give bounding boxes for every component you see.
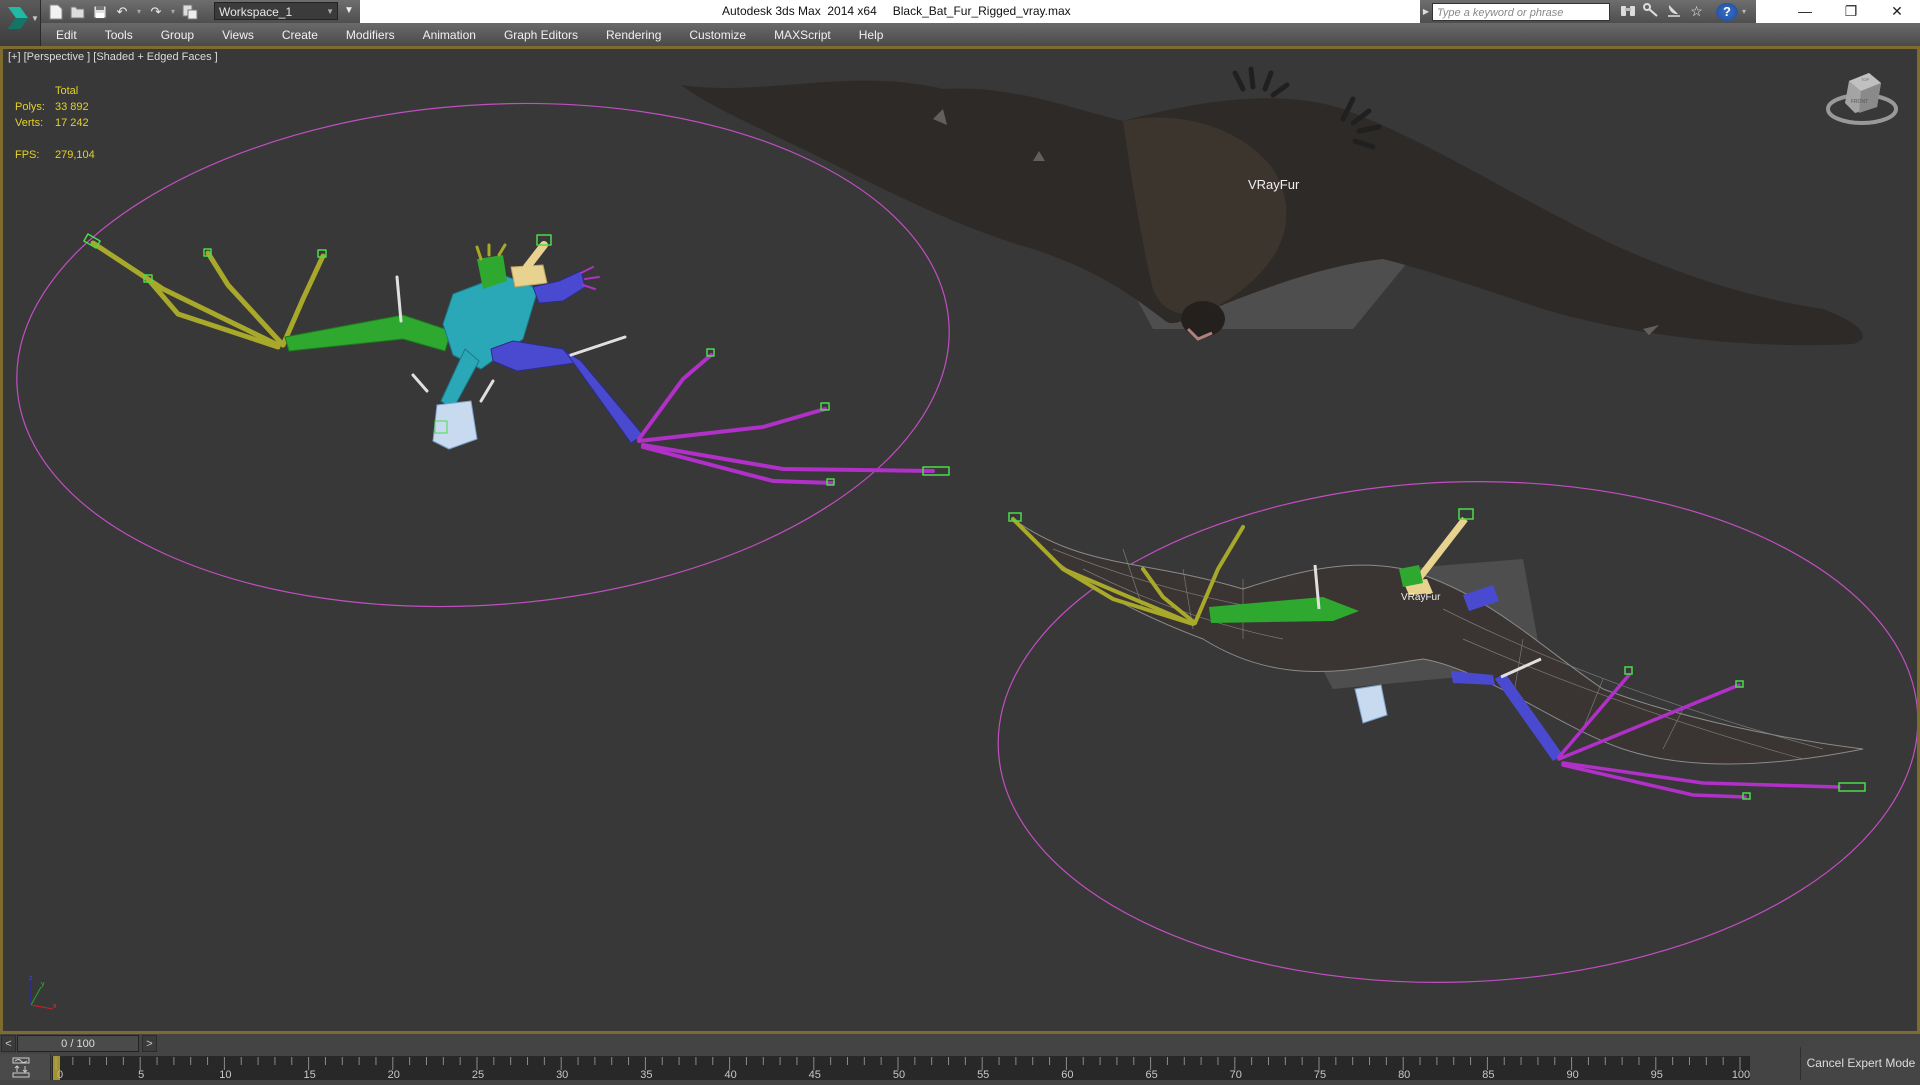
menu-animation[interactable]: Animation	[408, 28, 489, 42]
satellite-icon[interactable]	[1662, 3, 1685, 20]
menu-group[interactable]: Group	[146, 28, 207, 42]
workspace-dropdown[interactable]: Workspace_1 ▼	[214, 2, 338, 20]
ruler-tick-label: 80	[1398, 1069, 1410, 1080]
chevron-down-icon: ▼	[326, 7, 334, 16]
time-slider[interactable]: 0 / 100	[17, 1035, 139, 1052]
menu-customize[interactable]: Customize	[674, 28, 759, 42]
ruler-tick-label: 5	[138, 1069, 144, 1080]
verts-label: Verts:	[15, 117, 44, 129]
menu-modifiers[interactable]: Modifiers	[331, 28, 408, 42]
ruler-tick-label: 85	[1482, 1069, 1494, 1080]
ruler-tick-label: 10	[219, 1069, 231, 1080]
next-frame-button[interactable]: >	[142, 1035, 157, 1052]
viewcube-top-label: TOP	[1861, 77, 1869, 82]
bat-mesh-textured[interactable]: VRayFur	[681, 66, 1863, 346]
ruler-tick-label: 75	[1314, 1069, 1326, 1080]
menu-graph-editors[interactable]: Graph Editors	[489, 28, 591, 42]
undo-dropdown-icon[interactable]: ▾	[135, 7, 143, 16]
application-menu-button[interactable]: ▼	[0, 0, 41, 46]
vrayfur-label-top: VRayFur	[1248, 177, 1300, 192]
viewport-statistics: Total Polys: 33 892 Verts: 17 242 FPS: 279,…	[15, 83, 95, 163]
ruler-tick-label: 35	[640, 1069, 652, 1080]
star-icon[interactable]: ☆	[1685, 3, 1708, 20]
viewport-label-menu[interactable]: [+] [Perspective ] [Shaded + Edged Faces…	[8, 51, 218, 63]
new-file-icon[interactable]	[47, 3, 65, 21]
bone-rig-left[interactable]	[83, 233, 950, 486]
ruler-tick-label: 90	[1566, 1069, 1578, 1080]
polys-label: Polys:	[15, 101, 45, 113]
app-title: Autodesk 3ds Max 2014 x64	[722, 4, 877, 18]
help-icon[interactable]: ?	[1716, 2, 1738, 21]
vrayfur-label-bottom: VRayFur	[1401, 592, 1441, 603]
current-frame-marker[interactable]	[53, 1056, 60, 1080]
customize-toolbar-icon[interactable]: ▼	[341, 2, 357, 20]
bat-mesh-wireframe[interactable]: VRayFur	[1008, 508, 1866, 800]
ruler-tick-label: 70	[1230, 1069, 1242, 1080]
menu-views[interactable]: Views	[207, 28, 267, 42]
help-search-input[interactable]: Type a keyword or phrase	[1432, 2, 1610, 21]
perspective-viewport[interactable]: VRayFur VRayFur [+] [Perspective] [Shad…	[0, 46, 1920, 1034]
ruler-tick-label: 55	[977, 1069, 989, 1080]
redo-icon[interactable]: ↷	[147, 3, 165, 21]
ruler-tick-label: 65	[1145, 1069, 1157, 1080]
ruler-tick-label: 95	[1651, 1069, 1663, 1080]
window-title: Autodesk 3ds Max 2014 x64 Black_Bat_Fur_R…	[722, 4, 1087, 18]
stats-header: Total	[55, 85, 79, 97]
3dsmax-logo-icon	[8, 7, 28, 29]
menu-bar: Edit Tools Group Views Create Modifiers …	[41, 23, 1920, 46]
time-slider-bar: < 0 / 100 >	[0, 1034, 1920, 1054]
file-name: Black_Bat_Fur_Rigged_vray.max	[892, 4, 1071, 18]
verts-value: 17 242	[55, 117, 89, 129]
binoculars-icon[interactable]	[1616, 3, 1639, 20]
window-controls: — ❐ ✕	[1782, 0, 1920, 23]
axis-tripod-icon: z y x	[29, 975, 57, 1010]
ruler-tick-label: 30	[556, 1069, 568, 1080]
menu-help[interactable]: Help	[844, 28, 897, 42]
viewcube-icon[interactable]: FRONT TOP	[1825, 67, 1899, 131]
open-folder-icon[interactable]	[69, 3, 87, 21]
minimize-icon[interactable]: —	[1782, 0, 1828, 23]
redo-dropdown-icon[interactable]: ▾	[169, 7, 177, 16]
fps-value: 279,104	[55, 149, 95, 161]
infocenter-toolbar: ▶ Type a keyword or phrase ☆ ? ▾	[1420, 0, 1756, 23]
curve-editor-icon	[12, 1057, 30, 1078]
menu-edit[interactable]: Edit	[41, 28, 90, 42]
fps-label: FPS:	[15, 149, 40, 161]
axis-y-label: y	[41, 981, 45, 988]
expand-search-icon[interactable]: ▶	[1420, 7, 1432, 16]
project-folder-icon[interactable]	[181, 3, 199, 21]
ruler-tick-label: 100	[1732, 1069, 1750, 1080]
menu-rendering[interactable]: Rendering	[591, 28, 674, 42]
previous-frame-button[interactable]: <	[1, 1035, 16, 1052]
scene-canvas[interactable]: VRayFur VRayFur	[3, 49, 1917, 1031]
menu-tools[interactable]: Tools	[90, 28, 146, 42]
key-icon[interactable]	[1639, 3, 1662, 20]
ruler-tick-label: 50	[893, 1069, 905, 1080]
menu-maxscript[interactable]: MAXScript	[759, 28, 844, 42]
track-bar: 0 5 10 15 20 25 30 35 40 45 50 55 60 65 70 75 80 85 90 95 10…	[0, 1054, 1920, 1080]
restore-icon[interactable]: ❐	[1828, 0, 1874, 23]
undo-icon[interactable]: ↶	[113, 3, 131, 21]
viewcube-front-label: FRONT	[1851, 99, 1868, 105]
save-icon[interactable]	[91, 3, 109, 21]
workspace-value: Workspace_1	[219, 5, 293, 19]
axis-z-label: z	[29, 975, 33, 982]
axis-x-label: x	[53, 1003, 57, 1010]
polys-value: 33 892	[55, 101, 89, 113]
spline-circle-right[interactable]	[990, 466, 1917, 998]
ruler-tick-label: 60	[1061, 1069, 1073, 1080]
mini-curve-editor-button[interactable]	[0, 1054, 51, 1080]
help-dropdown-icon[interactable]: ▾	[1742, 7, 1746, 16]
timeline-ruler[interactable]: 0 5 10 15 20 25 30 35 40 45 50 55 60 65 70 75 80 85 90 95 10…	[52, 1056, 1750, 1080]
ruler-tick-label: 45	[809, 1069, 821, 1080]
ruler-tick-label: 40	[724, 1069, 736, 1080]
ruler-tick-label: 20	[388, 1069, 400, 1080]
ruler-tick-label: 25	[472, 1069, 484, 1080]
menu-create[interactable]: Create	[267, 28, 331, 42]
chevron-down-icon: ▼	[31, 14, 39, 23]
close-icon[interactable]: ✕	[1874, 0, 1920, 23]
cancel-expert-mode-button[interactable]: Cancel Expert Mode	[1800, 1047, 1920, 1080]
ruler-tick-label: 15	[303, 1069, 315, 1080]
